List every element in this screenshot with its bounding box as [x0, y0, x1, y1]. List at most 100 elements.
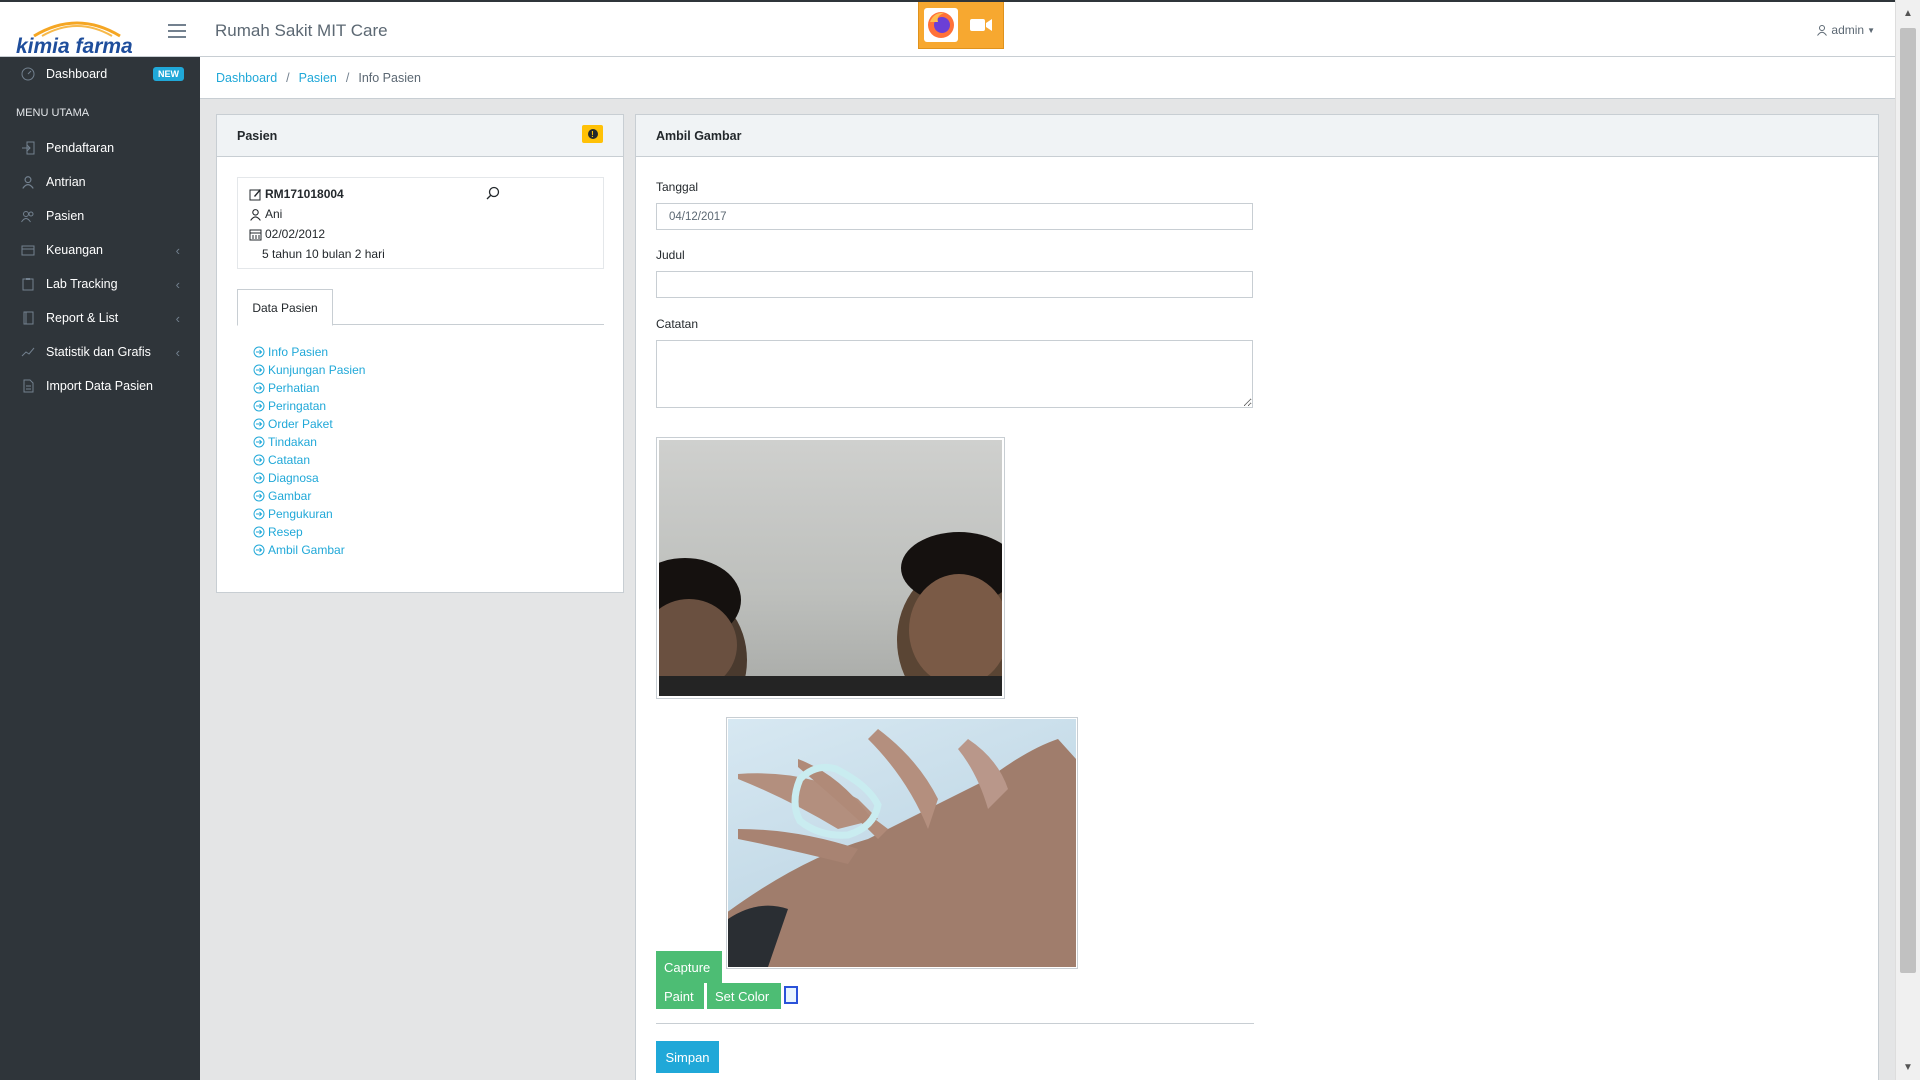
catatan-label: Catatan [656, 317, 699, 331]
patient-link-order-paket[interactable]: Order Paket [253, 415, 365, 433]
patient-link-pengukuran[interactable]: Pengukuran [253, 505, 365, 523]
sidebar-item-keuangan[interactable]: Keuangan ‹ [0, 233, 200, 267]
sidebar-item-lab-tracking[interactable]: Lab Tracking ‹ [0, 267, 200, 301]
user-icon [20, 174, 36, 190]
firefox-icon[interactable] [924, 8, 958, 42]
patient-link-info-pasien[interactable]: Info Pasien [253, 343, 365, 361]
chevron-left-icon: ‹ [175, 276, 180, 292]
judul-input[interactable] [656, 271, 1253, 298]
sidebar-item-report-list[interactable]: Report & List ‹ [0, 301, 200, 335]
patient-link-label: Info Pasien [268, 345, 329, 359]
patient-link-label: Pengukuran [268, 507, 333, 521]
breadcrumb-pasien-link[interactable]: Pasien [299, 71, 337, 85]
document-icon [20, 378, 36, 394]
patient-link-label: Kunjungan Pasien [268, 363, 366, 377]
edit-icon[interactable] [249, 188, 262, 201]
arrow-circle-right-icon [253, 508, 265, 520]
patient-link-kunjungan-pasien[interactable]: Kunjungan Pasien [253, 361, 365, 379]
browser-extension-bar [918, 2, 1004, 49]
camera-indicator-icon[interactable] [963, 8, 999, 42]
chevron-left-icon: ‹ [175, 310, 180, 326]
patient-link-resep[interactable]: Resep [253, 523, 365, 541]
patient-link-label: Catatan [268, 453, 311, 467]
sidebar-item-import-data-pasien[interactable]: Import Data Pasien [0, 369, 200, 403]
set-color-button[interactable]: Set Color [707, 983, 781, 1009]
catatan-textarea[interactable] [656, 340, 1253, 408]
patient-link-perhatian[interactable]: Perhatian [253, 379, 365, 397]
sidebar-item-pasien[interactable]: Pasien [0, 199, 200, 233]
patient-card-title: Pasien [237, 128, 278, 143]
user-name: admin [1831, 23, 1865, 37]
chart-icon [20, 344, 36, 360]
patient-link-label: Order Paket [268, 417, 333, 431]
kimia-farma-logo[interactable]: kimia farma [12, 12, 142, 58]
warning-icon[interactable]: ! [582, 125, 603, 143]
webcam-video-feed [659, 440, 1002, 696]
breadcrumb-separator: / [345, 70, 350, 85]
capture-card: Ambil Gambar Tanggal Judul Catatan [635, 114, 1879, 1080]
patient-link-peringatan[interactable]: Peringatan [253, 397, 365, 415]
sidebar-item-label: Keuangan [46, 243, 104, 257]
speedometer-icon [20, 66, 36, 82]
patient-link-label: Tindakan [268, 435, 317, 449]
breadcrumb-separator: / [286, 70, 290, 85]
arrow-circle-right-icon [253, 526, 265, 538]
patient-link-label: Resep [268, 525, 303, 539]
tanggal-label: Tanggal [656, 180, 699, 194]
arrow-circle-right-icon [253, 400, 265, 412]
patient-card-header: Pasien [217, 115, 623, 157]
arrow-circle-right-icon [253, 418, 265, 430]
breadcrumb-dashboard-link[interactable]: Dashboard [216, 71, 277, 85]
search-icon[interactable] [486, 186, 500, 200]
judul-label: Judul [656, 248, 685, 262]
patient-link-diagnosa[interactable]: Diagnosa [253, 469, 365, 487]
patient-dob: 02/02/2012 [265, 227, 326, 241]
scroll-down-arrow[interactable]: ▼ [1902, 1062, 1914, 1074]
patient-link-ambil-gambar[interactable]: Ambil Gambar [253, 541, 365, 559]
scroll-up-arrow[interactable]: ▲ [1902, 8, 1914, 20]
sidebar-item-label: Import Data Pasien [46, 379, 153, 393]
page-scrollbar[interactable]: ▲ ▼ [1895, 0, 1920, 1080]
capture-button[interactable]: Capture [656, 951, 722, 983]
users-icon [20, 208, 36, 224]
patient-link-label: Perhatian [268, 381, 320, 395]
paint-canvas[interactable] [726, 717, 1078, 969]
calendar-icon [249, 229, 262, 240]
arrow-circle-right-icon [253, 382, 265, 394]
patient-link-tindakan[interactable]: Tindakan [253, 433, 365, 451]
sidebar-item-label: Pendaftaran [46, 141, 115, 155]
patient-tabs: Data Pasien [237, 289, 604, 326]
user-menu[interactable]: admin ▼ [1816, 23, 1875, 37]
tab-data-pasien[interactable]: Data Pasien [237, 289, 333, 326]
patient-link-catatan[interactable]: Catatan [253, 451, 365, 469]
patient-info-box: RM171018004 Ani 02/02/2012 5 tahun 10 bu… [237, 177, 604, 269]
color-picker-swatch[interactable] [784, 986, 798, 1004]
sidebar-toggle-button[interactable] [168, 24, 186, 38]
breadcrumb: Dashboard / Pasien / Info Pasien [200, 57, 1895, 99]
patient-link-label: Ambil Gambar [268, 543, 345, 557]
patient-link-gambar[interactable]: Gambar [253, 487, 365, 505]
new-badge: NEW [153, 67, 184, 81]
sidebar-item-antrian[interactable]: Antrian [0, 165, 200, 199]
arrow-circle-right-icon [253, 472, 265, 484]
sidebar-item-label: Report & List [46, 311, 119, 325]
arrow-circle-right-icon [253, 346, 265, 358]
sidebar-item-pendaftaran[interactable]: Pendaftaran [0, 131, 200, 165]
divider [656, 1023, 1254, 1024]
tanggal-input[interactable] [656, 203, 1253, 230]
arrow-circle-right-icon [253, 454, 265, 466]
capture-card-title: Ambil Gambar [656, 128, 742, 143]
arrow-circle-right-icon [253, 364, 265, 376]
sidebar-item-statistik-dan-grafis[interactable]: Statistik dan Grafis ‹ [0, 335, 200, 369]
sidebar-item-label: Dashboard [46, 67, 108, 81]
save-button[interactable]: Simpan [656, 1041, 719, 1073]
scroll-thumb[interactable] [1900, 28, 1916, 973]
chevron-left-icon: ‹ [175, 242, 180, 258]
paint-button[interactable]: Paint [656, 983, 704, 1009]
sidebar-item-label: Pasien [46, 209, 85, 223]
captured-image [728, 719, 1076, 967]
patient-age: 5 tahun 10 bulan 2 hari [262, 247, 385, 261]
webcam-preview[interactable] [656, 437, 1005, 699]
sidebar-item-dashboard[interactable]: Dashboard NEW [0, 57, 200, 91]
app-title: Rumah Sakit MIT Care [215, 21, 388, 40]
